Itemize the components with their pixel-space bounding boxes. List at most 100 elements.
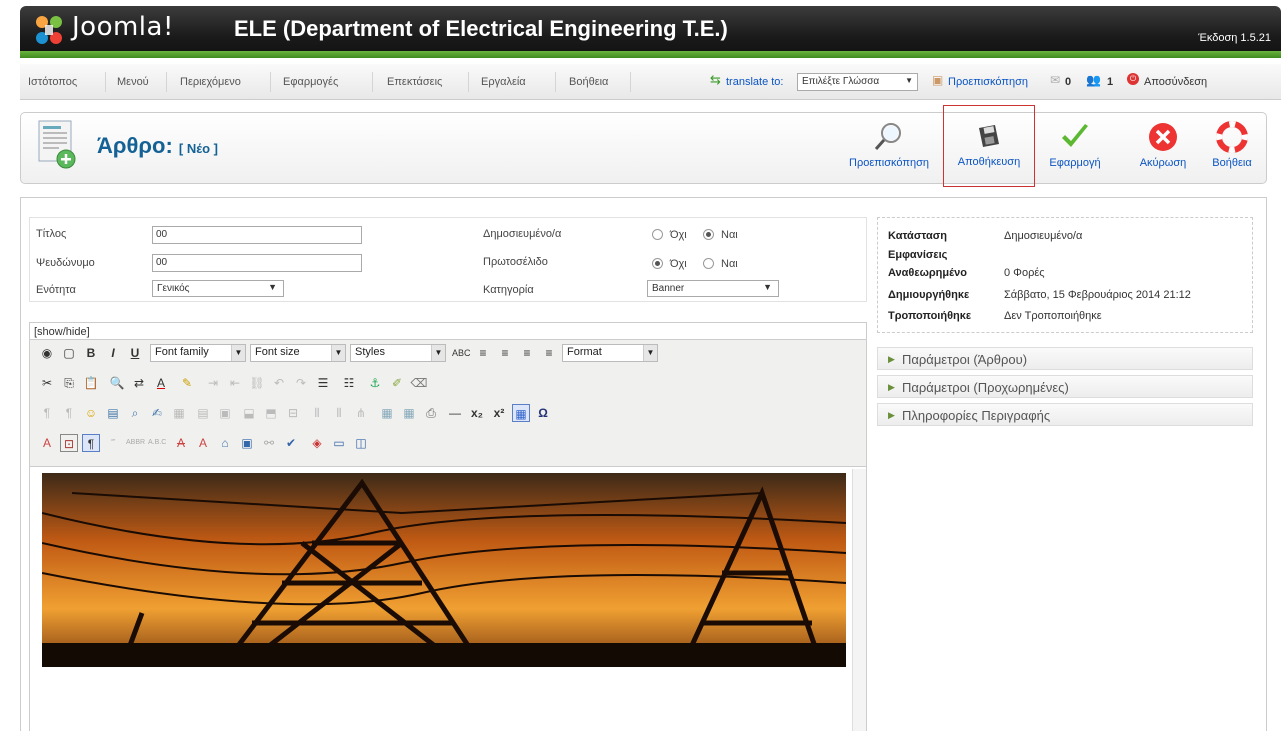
title-input[interactable]: 00 [152, 226, 362, 244]
accordion-advanced-parameters[interactable]: ▶ Παράμετροι (Προχωρημένες) [877, 375, 1253, 398]
superscript-icon[interactable]: x² [490, 404, 508, 422]
redo-icon[interactable]: ↷ [292, 374, 310, 392]
accordion-metadata-info[interactable]: ▶ Πληροφορίες Περιγραφής [877, 403, 1253, 426]
help-button[interactable]: Βοήθεια [1207, 121, 1257, 169]
font-size-select[interactable]: Font size ▼ [250, 344, 346, 362]
insert-row-after-icon[interactable]: ⬒ [262, 404, 280, 422]
frontpage-no-radio[interactable] [652, 258, 663, 269]
language-select[interactable]: Επιλέξτε Γλώσσα ▼ [797, 73, 918, 91]
frontpage-yes-radio[interactable] [703, 258, 714, 269]
about-icon[interactable]: ◉ [38, 344, 56, 362]
chevron-down-icon: ▼ [763, 282, 772, 292]
menu-tools[interactable]: Εργαλεία [481, 76, 526, 88]
spellcheck-icon[interactable]: ✔ [282, 434, 300, 452]
edit-image-icon[interactable]: ✍ [148, 404, 166, 422]
cut-icon[interactable]: ✂ [38, 374, 56, 392]
cleanup-icon[interactable]: ✐ [388, 374, 406, 392]
indent-icon[interactable]: ⇥ [204, 374, 222, 392]
editor-scrollbar[interactable] [852, 469, 866, 731]
horizontal-rule-icon[interactable]: — [446, 404, 464, 422]
text-color-icon[interactable]: A [152, 374, 170, 392]
preview-button[interactable]: Προεπισκόπηση [843, 121, 935, 169]
merge-cells-icon[interactable]: ▦ [378, 404, 396, 422]
find-icon[interactable]: 🔍 [108, 374, 126, 392]
subscript-icon[interactable]: x₂ [468, 404, 486, 422]
layer-icon[interactable]: ◫ [352, 434, 370, 452]
align-center-icon[interactable]: ≡ [496, 344, 514, 362]
ltr-icon[interactable]: ¶ [38, 404, 56, 422]
preview-link[interactable]: Προεπισκόπηση [948, 76, 1028, 88]
abbr-icon[interactable]: ABBR [126, 434, 145, 452]
unlink-icon[interactable]: ⛓ [248, 374, 266, 392]
apply-button[interactable]: Εφαρμογή [1045, 121, 1105, 169]
align-right-icon[interactable]: ≡ [518, 344, 536, 362]
strikethrough-icon[interactable]: ABC [452, 344, 471, 362]
table-props-icon[interactable]: ▦ [170, 404, 188, 422]
insert-col-before-icon[interactable]: ⫴ [308, 404, 326, 422]
published-yes-radio[interactable] [703, 229, 714, 240]
new-document-icon[interactable]: ▢ [60, 344, 78, 362]
anchor-icon[interactable]: ⚓ [366, 374, 384, 392]
link-icon[interactable]: ⚯ [260, 434, 278, 452]
split-cells-icon[interactable]: ⋔ [352, 404, 370, 422]
table-icon[interactable]: ▦ [400, 404, 418, 422]
published-no-radio[interactable] [652, 229, 663, 240]
styles-select[interactable]: Styles ▼ [350, 344, 446, 362]
align-left-icon[interactable]: ≡ [474, 344, 492, 362]
align-justify-icon[interactable]: ≡ [540, 344, 558, 362]
logout-link[interactable]: Αποσύνδεση [1144, 76, 1207, 88]
preview-icon[interactable]: ⌕ [126, 404, 144, 422]
undo-icon[interactable]: ↶ [270, 374, 288, 392]
emoticons-icon[interactable]: ☺ [82, 404, 100, 422]
rtl-icon[interactable]: ¶ [60, 404, 78, 422]
underline-icon[interactable]: U [126, 344, 144, 362]
menu-menus[interactable]: Μενού [117, 76, 149, 88]
italic-icon[interactable]: I [104, 344, 122, 362]
print-icon[interactable]: ⎙ [422, 404, 440, 422]
delete-row-icon[interactable]: ⊟ [284, 404, 302, 422]
menu-extensions[interactable]: Επεκτάσεις [387, 76, 442, 88]
remove-format-icon[interactable]: ⌫ [410, 374, 428, 392]
category-select[interactable]: Banner ▼ [647, 280, 779, 297]
menu-help[interactable]: Βοήθεια [569, 76, 608, 88]
menu-site[interactable]: Ιστότοπος [28, 76, 77, 88]
alias-input[interactable]: 00 [152, 254, 362, 272]
menu-components[interactable]: Εφαρμογές [283, 76, 338, 88]
cancel-button[interactable]: Ακύρωση [1133, 121, 1193, 169]
bullet-list-icon[interactable]: ☰ [314, 374, 332, 392]
visual-aid-icon[interactable]: ▦ [512, 404, 530, 422]
show-hide-editor-toggle[interactable]: [show/hide] [34, 326, 90, 338]
section-select[interactable]: Γενικός ▼ [152, 280, 284, 297]
background-color-icon[interactable]: ✎ [178, 374, 196, 392]
numbered-list-icon[interactable]: ☷ [340, 374, 358, 392]
insert-col-after-icon[interactable]: ⫴ [330, 404, 348, 422]
copy-icon[interactable]: ⎘ [60, 374, 78, 392]
insert-file-icon[interactable]: ⊡ [60, 434, 78, 452]
format-select[interactable]: Format ▼ [562, 344, 658, 362]
template-icon[interactable]: ▣ [238, 434, 256, 452]
styleprops-icon[interactable]: A [38, 434, 56, 452]
menu-content[interactable]: Περιεχόμενο [180, 76, 241, 88]
replace-icon[interactable]: ⇄ [130, 374, 148, 392]
bold-icon[interactable]: B [82, 344, 100, 362]
special-char-icon[interactable]: Ω [534, 404, 552, 422]
paste-icon[interactable]: 📋 [82, 374, 100, 392]
delete-text-icon[interactable]: A [172, 434, 190, 452]
fullscreen-icon[interactable]: ▭ [330, 434, 348, 452]
font-family-select[interactable]: Font family ▼ [150, 344, 246, 362]
cell-props-icon[interactable]: ▣ [216, 404, 234, 422]
attributes-icon[interactable]: ⌂ [216, 434, 234, 452]
row-props-icon[interactable]: ▤ [194, 404, 212, 422]
cite-icon[interactable]: “” [104, 434, 122, 452]
show-blocks-icon[interactable]: ¶ [82, 434, 100, 452]
messages-count[interactable]: 0 [1065, 76, 1071, 88]
insert-text-icon[interactable]: A [194, 434, 212, 452]
save-button[interactable]: Αποθήκευση [943, 105, 1035, 187]
outdent-icon[interactable]: ⇤ [226, 374, 244, 392]
media-icon[interactable]: ▤ [104, 404, 122, 422]
accordion-article-parameters[interactable]: ▶ Παράμετροι (Άρθρου) [877, 347, 1253, 370]
html-source-icon[interactable]: ◈ [308, 434, 326, 452]
insert-row-before-icon[interactable]: ⬓ [240, 404, 258, 422]
acronym-icon[interactable]: A.B.C [148, 434, 166, 452]
users-count[interactable]: 1 [1107, 76, 1113, 88]
